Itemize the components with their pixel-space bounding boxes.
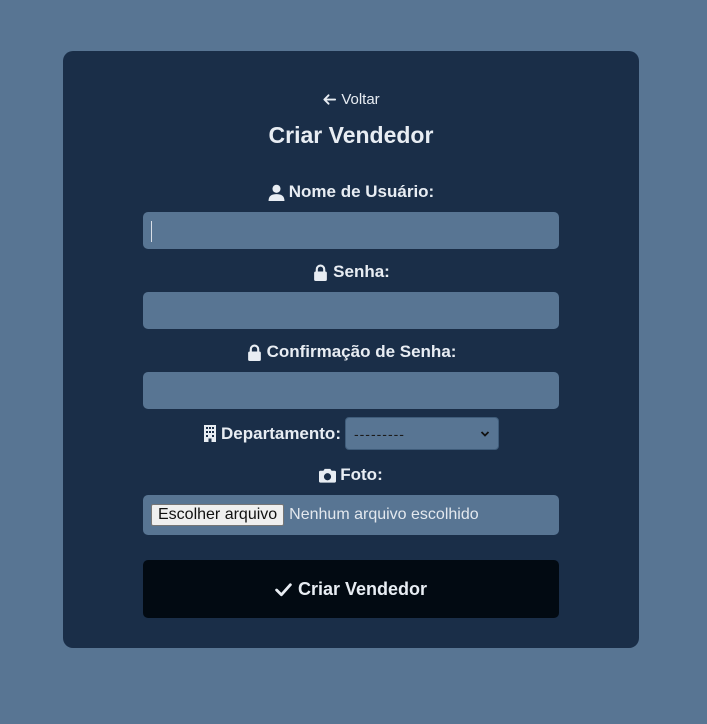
create-seller-button[interactable]: Criar Vendedor [143,560,559,618]
file-status-text: Nenhum arquivo escolhido [289,506,479,523]
photo-label: Foto: [63,465,639,485]
building-icon [204,425,217,442]
back-link[interactable]: Voltar [63,91,639,108]
back-link-label: Voltar [341,91,380,108]
username-label: Nome de Usuário: [63,182,639,202]
password-confirm-label-text: Confirmação de Senha: [266,342,457,361]
form-card: Voltar Criar Vendedor Nome de Usuário: S… [63,51,639,648]
department-selected-value: --------- [353,425,405,442]
department-label-text: Departamento: [221,423,341,443]
check-icon [275,582,292,596]
camera-icon [319,468,337,483]
text-caret [151,221,152,242]
lock-icon [314,264,328,281]
password-confirm-input[interactable] [143,372,559,409]
password-input[interactable] [143,292,559,329]
department-select[interactable]: --------- [344,417,499,450]
choose-file-button[interactable]: Escolher arquivo [151,504,285,526]
user-icon [268,184,285,201]
password-label: Senha: [63,262,639,282]
username-input[interactable] [143,212,559,249]
password-label-text: Senha: [333,262,390,281]
chevron-down-icon [480,430,490,437]
photo-file-input: Escolher arquivo Nenhum arquivo escolhid… [143,495,559,535]
photo-label-text: Foto: [340,465,383,484]
lock-icon [247,344,261,361]
department-row: Departamento: --------- [63,417,639,450]
page-title: Criar Vendedor [268,122,434,148]
arrow-left-icon [323,94,337,105]
password-confirm-label: Confirmação de Senha: [63,342,639,362]
department-label: Departamento: [203,424,341,444]
username-label-text: Nome de Usuário: [288,182,435,201]
create-seller-button-label: Criar Vendedor [297,578,428,599]
